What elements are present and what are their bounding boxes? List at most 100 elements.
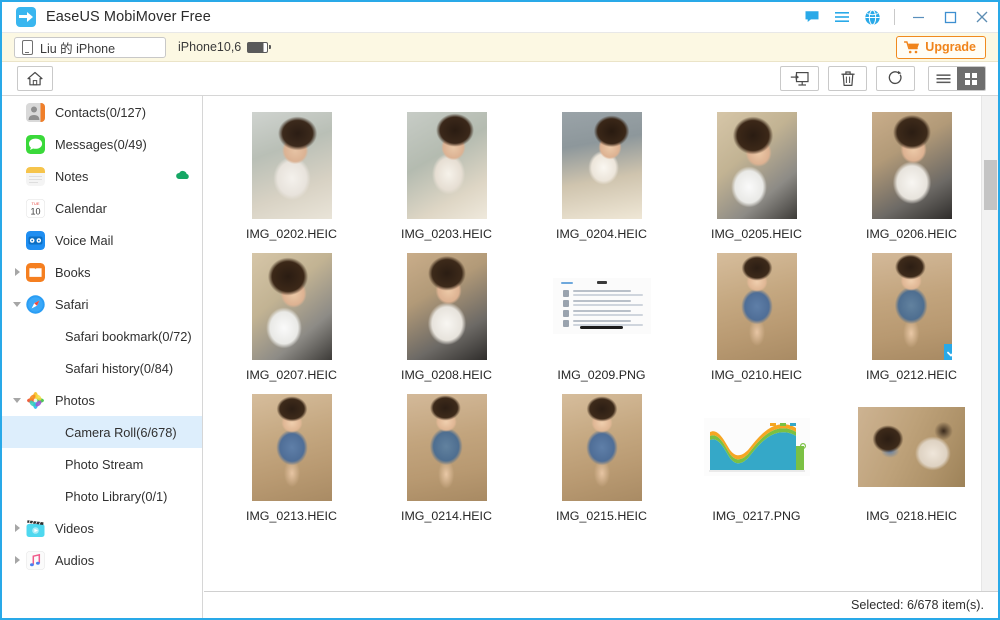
photo-thumbnail-wrapper[interactable] <box>689 251 824 361</box>
sidebar-item-safari-history-0-84[interactable]: Safari history(0/84) <box>2 352 202 384</box>
photo-thumbnail-wrapper[interactable] <box>534 110 669 220</box>
photo-filename: IMG_0217.PNG <box>712 509 801 523</box>
photo-filename: IMG_0208.HEIC <box>401 368 492 382</box>
collapse-arrow-icon[interactable] <box>8 301 26 307</box>
photo-filename: IMG_0205.HEIC <box>711 227 802 241</box>
photo-thumbnail[interactable] <box>406 252 487 360</box>
home-button[interactable] <box>17 66 53 91</box>
photo-thumbnail[interactable] <box>871 111 952 219</box>
device-bar: Liu 的 iPhone iPhone10,6 Upgrade <box>2 33 998 62</box>
sidebar-item-safari[interactable]: Safari <box>2 288 202 320</box>
expand-arrow-icon[interactable] <box>8 556 26 564</box>
feedback-button[interactable] <box>797 2 827 33</box>
sidebar-item-audios[interactable]: Audios <box>2 544 202 576</box>
list-view-button[interactable] <box>929 67 957 90</box>
photo-thumbnail-wrapper[interactable] <box>224 110 359 220</box>
scrollbar-thumb[interactable] <box>984 160 997 210</box>
expand-arrow-icon[interactable] <box>8 524 26 532</box>
sidebar-item-camera-roll-6-678[interactable]: Camera Roll(6/678) <box>2 416 202 448</box>
close-button[interactable] <box>966 2 998 33</box>
collapse-arrow-icon[interactable] <box>8 397 26 403</box>
photo-thumbnail[interactable] <box>716 252 797 360</box>
device-selector[interactable]: Liu 的 iPhone <box>14 36 166 58</box>
sidebar-item-messages-0-49[interactable]: Messages(0/49) <box>2 128 202 160</box>
sidebar-item-videos[interactable]: Videos <box>2 512 202 544</box>
photo-item[interactable]: IMG_0218.HEIC <box>844 392 979 523</box>
photo-thumbnail[interactable] <box>406 393 487 501</box>
photo-thumbnail-wrapper[interactable] <box>379 392 514 502</box>
photo-thumbnail[interactable] <box>251 111 332 219</box>
language-button[interactable] <box>857 2 887 33</box>
photo-thumbnail-wrapper[interactable] <box>224 251 359 361</box>
minimize-button[interactable] <box>902 2 934 33</box>
photo-thumbnail-wrapper[interactable] <box>844 110 979 220</box>
sidebar-item-photos[interactable]: Photos <box>2 384 202 416</box>
doc-home-indicator <box>579 326 624 329</box>
sidebar-item-notes[interactable]: Notes <box>2 160 202 192</box>
home-icon <box>27 71 43 86</box>
photo-thumbnail-wrapper[interactable] <box>689 392 824 502</box>
menu-button[interactable] <box>827 2 857 33</box>
photo-thumbnail[interactable] <box>703 418 810 476</box>
photo-thumbnail[interactable] <box>561 111 642 219</box>
photo-item[interactable]: IMG_0205.HEIC <box>689 110 824 241</box>
battery-icon <box>247 41 272 53</box>
sidebar-item-label: Camera Roll(6/678) <box>65 424 177 440</box>
refresh-button[interactable] <box>876 66 915 91</box>
photo-thumbnail[interactable] <box>858 407 965 487</box>
photo-item[interactable]: IMG_0214.HEIC <box>379 392 514 523</box>
grid-view-button[interactable] <box>957 67 985 90</box>
maximize-button[interactable] <box>934 2 966 33</box>
photo-item[interactable]: IMG_0207.HEIC <box>224 251 359 382</box>
photo-item[interactable]: IMG_0209.PNG <box>534 251 669 382</box>
photo-thumbnail-wrapper[interactable] <box>844 251 979 361</box>
photo-thumbnail-wrapper[interactable] <box>379 110 514 220</box>
photo-item[interactable]: IMG_0204.HEIC <box>534 110 669 241</box>
photo-filename: IMG_0212.HEIC <box>866 368 957 382</box>
sidebar-item-voice-mail[interactable]: Voice Mail <box>2 224 202 256</box>
photo-item[interactable]: IMG_0212.HEIC <box>844 251 979 382</box>
vertical-scrollbar[interactable] <box>981 96 998 591</box>
sidebar-item-safari-bookmark-0-72[interactable]: Safari bookmark(0/72) <box>2 320 202 352</box>
photo-thumbnail-wrapper[interactable] <box>224 392 359 502</box>
photo-item[interactable]: IMG_0215.HEIC <box>534 392 669 523</box>
delete-button[interactable] <box>828 66 867 91</box>
photo-item[interactable]: IMG_0202.HEIC <box>224 110 359 241</box>
device-model-label: iPhone10,6 <box>178 40 242 54</box>
voicemail-icon <box>26 230 45 250</box>
sidebar-item-photo-library-0-1[interactable]: Photo Library(0/1) <box>2 480 202 512</box>
photo-thumbnail[interactable] <box>561 393 642 501</box>
photo-thumbnail[interactable] <box>871 252 952 360</box>
photo-filename: IMG_0214.HEIC <box>401 509 492 523</box>
doc-header-line <box>560 282 573 284</box>
photo-item[interactable]: IMG_0213.HEIC <box>224 392 359 523</box>
sidebar-item-label: Books <box>55 264 91 280</box>
photo-thumbnail[interactable] <box>716 111 797 219</box>
photo-thumbnail-wrapper[interactable] <box>534 251 669 361</box>
selected-checkbox[interactable] <box>943 343 952 360</box>
sidebar-item-photo-stream[interactable]: Photo Stream <box>2 448 202 480</box>
photo-thumbnail-wrapper[interactable] <box>379 251 514 361</box>
photo-thumbnail-wrapper[interactable] <box>689 110 824 220</box>
photo-thumbnail[interactable] <box>406 111 487 219</box>
photo-item[interactable]: IMG_0206.HEIC <box>844 110 979 241</box>
expand-arrow-icon[interactable] <box>8 268 26 276</box>
photo-thumbnail-wrapper[interactable] <box>844 392 979 502</box>
sidebar-item-contacts-0-127[interactable]: Contacts(0/127) <box>2 96 202 128</box>
photo-item[interactable]: IMG_0217.PNG <box>689 392 824 523</box>
photo-item[interactable]: IMG_0208.HEIC <box>379 251 514 382</box>
photo-thumbnail-wrapper[interactable] <box>534 392 669 502</box>
upgrade-button[interactable]: Upgrade <box>896 35 986 59</box>
photo-thumbnail[interactable] <box>251 393 332 501</box>
photo-item[interactable]: IMG_0203.HEIC <box>379 110 514 241</box>
photo-thumbnail[interactable] <box>552 278 651 334</box>
photo-item[interactable]: IMG_0210.HEIC <box>689 251 824 382</box>
photo-thumbnail[interactable] <box>251 252 332 360</box>
chart-thumbnail-svg <box>703 418 810 476</box>
sidebar-item-calendar[interactable]: TUE 10 Calendar <box>2 192 202 224</box>
sidebar-item-books[interactable]: Books <box>2 256 202 288</box>
sidebar-item-label: Voice Mail <box>55 232 114 248</box>
export-to-pc-button[interactable] <box>780 66 819 91</box>
maximize-icon <box>944 11 956 23</box>
selection-status-label: Selected: 6/678 item(s). <box>851 598 984 612</box>
